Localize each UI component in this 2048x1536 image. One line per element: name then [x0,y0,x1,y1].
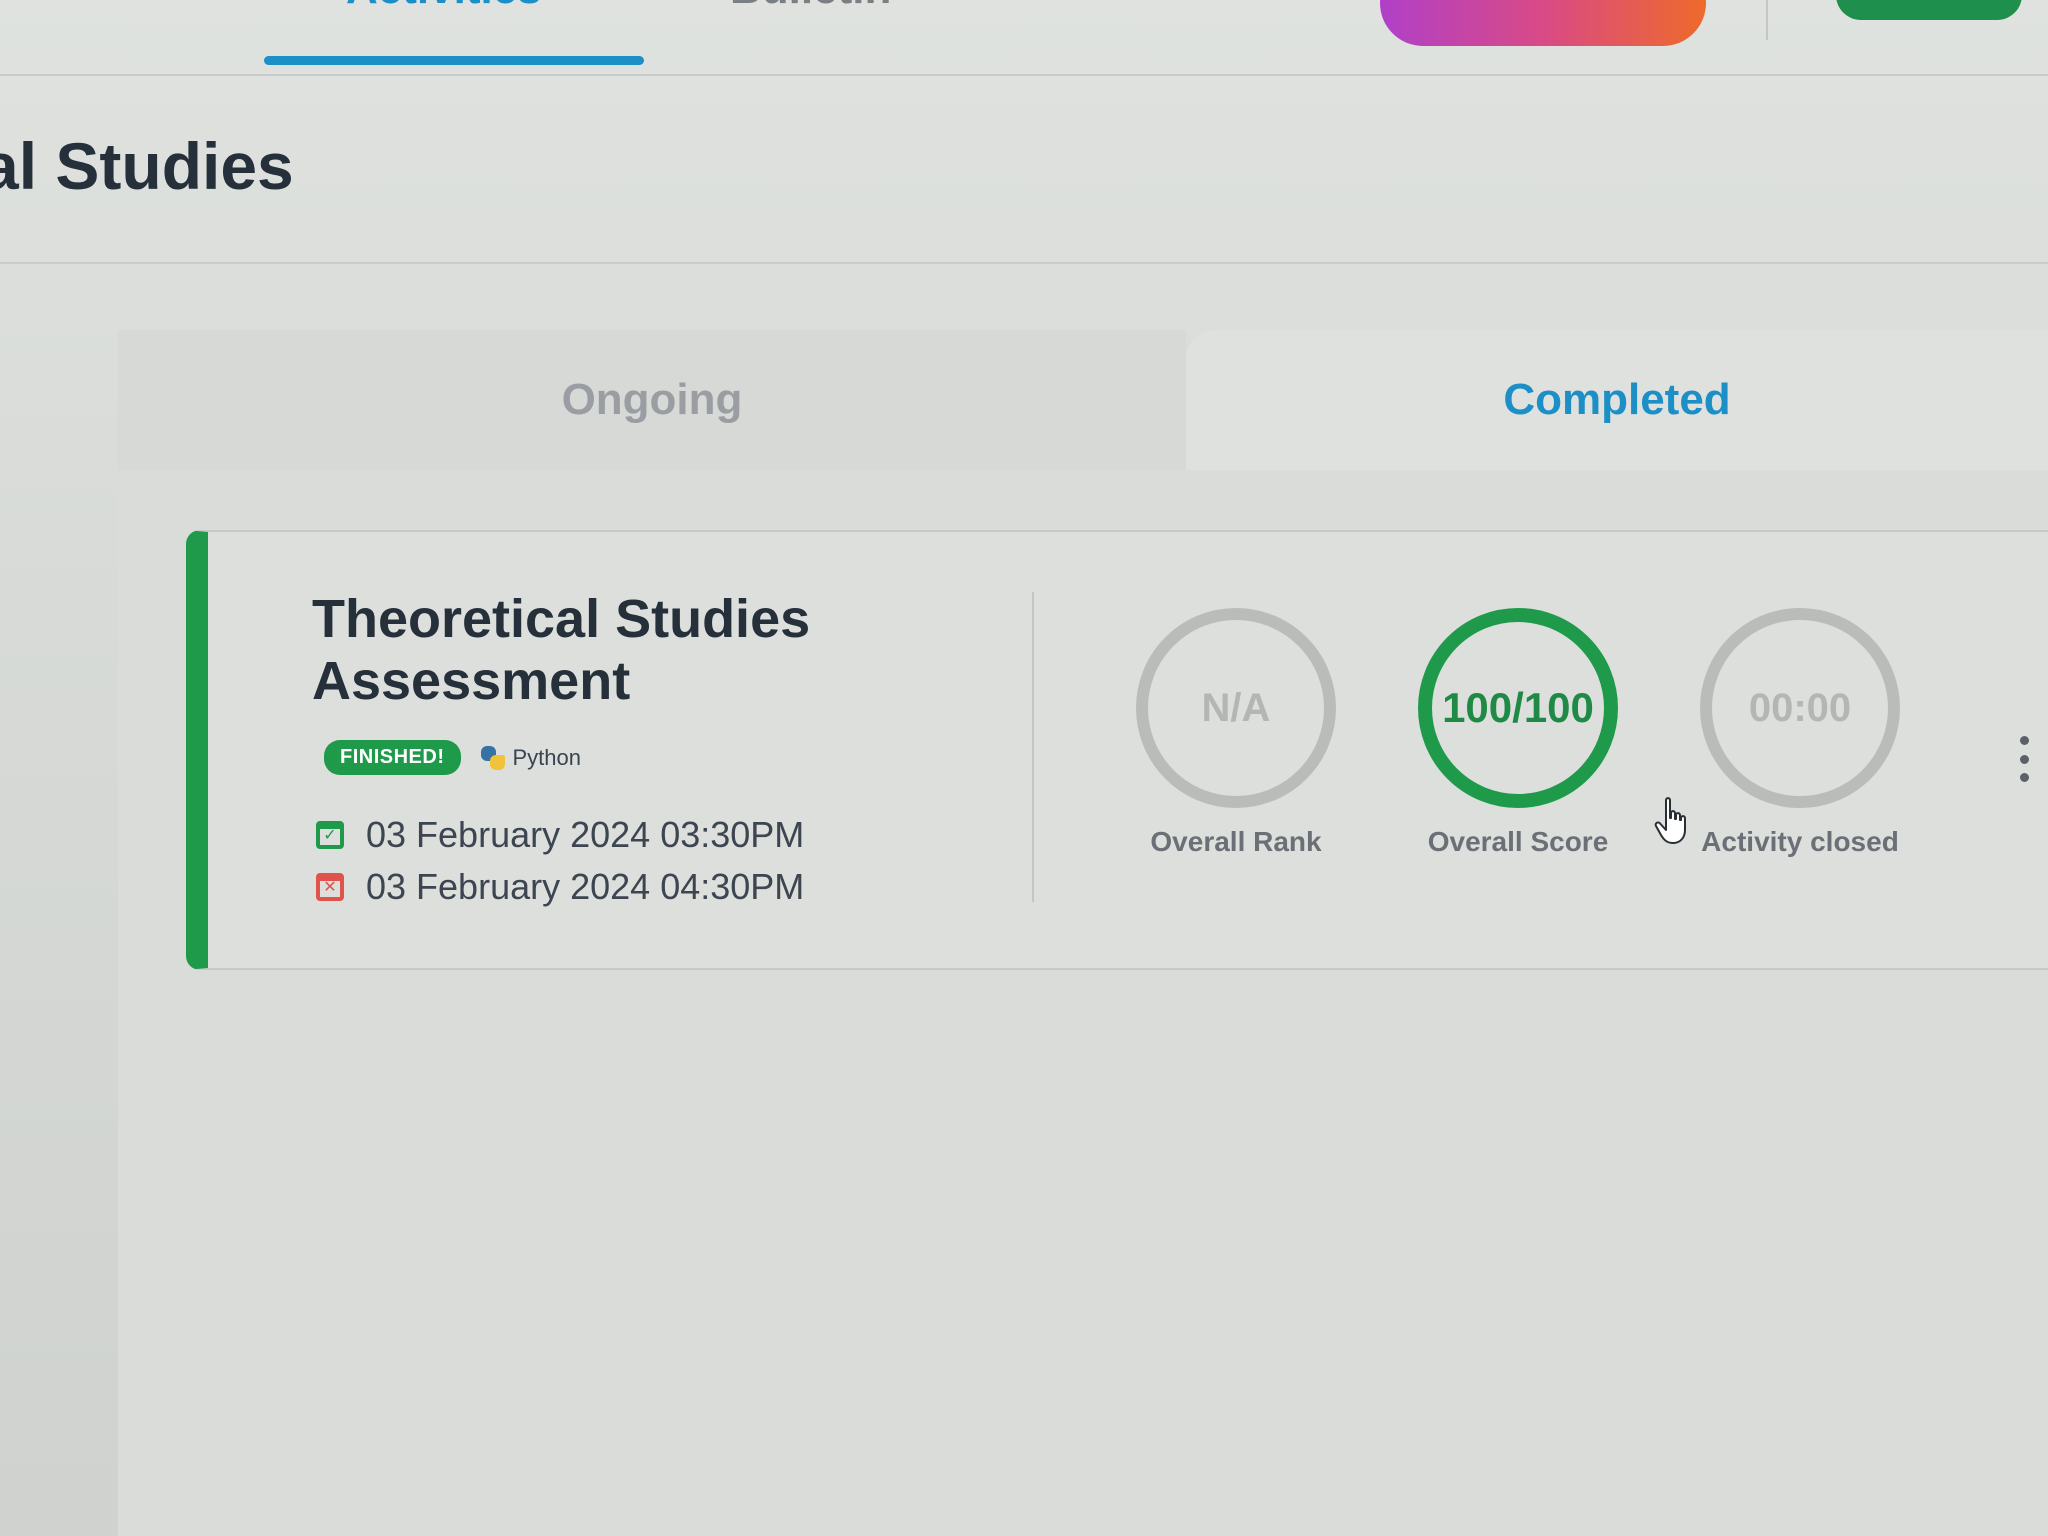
activity-tags: FINISHED! Python [324,740,581,775]
activity-card[interactable]: Theoretical Studies Assessment FINISHED!… [186,530,2048,970]
overall-score-label: Overall Score [1427,826,1609,857]
page-title: al Studies [0,129,294,203]
green-action-button[interactable] [1836,0,2022,20]
nav-tab-activities[interactable]: Activities [346,0,542,12]
end-date-row: ✕ 03 February 2024 04:30PM [316,866,804,908]
activity-title: Theoretical Studies Assessment [312,589,811,711]
nav-tab-bulletin[interactable]: Bulletin [730,0,891,12]
overall-score-stat: 100/100 Overall Score [1388,608,1648,858]
overall-rank-label: Overall Rank [1150,826,1322,857]
activity-timer-stat: 00:00 Activity closed [1670,608,1930,858]
calendar-x-icon: ✕ [316,873,344,901]
calendar-check-icon: ✓ [316,821,344,849]
start-date: 03 February 2024 03:30PM [366,814,805,855]
activity-timer-value: 00:00 [1748,685,1852,730]
overall-score-ring: 100/100 [1418,608,1618,808]
top-navigation: Activities Bulletin [0,0,2048,76]
language-label: Python [512,744,582,770]
tab-ongoing[interactable]: Ongoing [118,330,1186,470]
python-icon [480,745,505,770]
card-divider [1032,592,1034,902]
language-tag: Python [480,744,582,771]
activity-timer-label: Activity closed [1701,826,1899,857]
hand-pointer-cursor-icon [1654,797,1686,844]
overall-rank-stat: N/A Overall Rank [1106,608,1366,858]
title-divider [0,262,2048,264]
status-tabs: Ongoing Completed [118,330,2048,470]
overall-rank-value: N/A [1201,685,1271,730]
activity-timer-ring: 00:00 [1700,608,1900,808]
gradient-action-button[interactable] [1380,0,1706,46]
nav-divider [1766,0,1768,40]
start-date-row: ✓ 03 February 2024 03:30PM [316,814,804,856]
end-date: 03 February 2024 04:30PM [366,866,805,907]
status-badge: FINISHED! [324,740,461,775]
overall-score-value: 100/100 [1442,684,1594,731]
tab-completed[interactable]: Completed [1186,330,2048,470]
overall-rank-ring: N/A [1136,608,1336,808]
more-options-icon[interactable] [2014,736,2034,782]
active-tab-indicator [264,56,644,65]
